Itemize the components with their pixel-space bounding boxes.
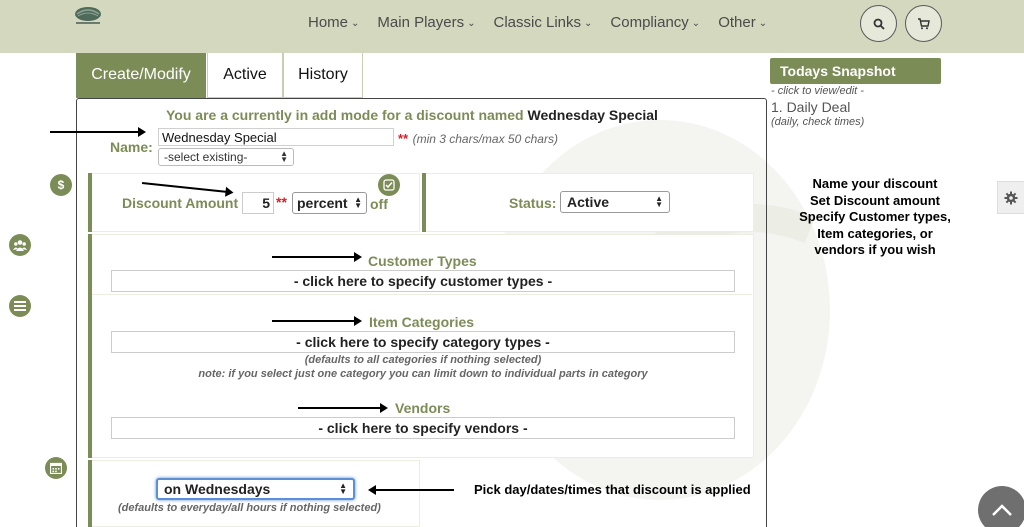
form-heading: You are a currently in add mode for a di… (166, 107, 658, 123)
todays-snapshot-button[interactable]: Todays Snapshot (770, 58, 941, 84)
annotation-arrow (272, 316, 362, 326)
select-existing-dropdown[interactable]: -select existing- ▲ ▼ (158, 148, 294, 166)
status-label: Status: (509, 195, 557, 211)
vendors-label: Vendors (395, 400, 451, 416)
help-line: Name your discount (812, 176, 938, 191)
nav-home[interactable]: Home ⌄ (308, 14, 359, 31)
chevron-down-icon: ⌄ (691, 18, 701, 29)
list-icon (9, 295, 31, 317)
help-line: Specify Customer types, (799, 209, 951, 224)
chevron-down-icon: ⌄ (584, 18, 593, 29)
categories-note-default: (defaults to all categories if nothing s… (304, 354, 542, 366)
snapshot-item-note: (daily, check times) (771, 116, 865, 128)
day-select-value: on Wednesdays (164, 481, 271, 497)
scroll-top-button[interactable] (978, 486, 1024, 527)
amount-unit-value: percent (297, 195, 348, 211)
select-arrows-icon: ▲ ▼ (655, 194, 663, 209)
divider (92, 294, 752, 295)
discount-amount-input[interactable]: 5 (242, 192, 274, 214)
select-arrows-icon: ▲ ▼ (280, 149, 288, 164)
customer-types-button[interactable]: - click here to specify customer types - (111, 270, 735, 292)
settings-button[interactable] (997, 181, 1024, 214)
name-hint: (min 3 chars/max 50 chars) (412, 132, 558, 146)
help-line: Item categories, or (817, 225, 933, 241)
main-nav: Home ⌄ Main Players ⌄ Classic Links ⌄ Compl… (308, 14, 785, 31)
dollar-icon: $ (50, 174, 72, 196)
nav-other[interactable]: Other ⌄ (718, 14, 767, 31)
required-mark: ** (398, 131, 409, 146)
tab-active[interactable]: Active (207, 53, 283, 98)
name-hint-row: ** (min 3 chars/max 50 chars) (398, 130, 558, 148)
chevron-down-icon: ⌄ (467, 18, 476, 29)
item-categories-button[interactable]: - click here to specify category types - (111, 331, 735, 353)
cart-icon (918, 17, 930, 29)
users-glyph (13, 240, 27, 251)
select-arrows-icon: ▲ ▼ (339, 481, 347, 496)
company-logo[interactable] (72, 4, 104, 26)
calendar-glyph (50, 462, 62, 474)
gear-icon (1004, 191, 1018, 204)
nav-classic-links[interactable]: Classic Links ⌄ (494, 14, 593, 31)
name-label: Name: (110, 139, 153, 155)
day-note: (defaults to everyday/all hours if nothi… (118, 502, 381, 514)
search-button[interactable] (860, 5, 897, 42)
select-existing-value: -select existing- (164, 150, 248, 164)
item-categories-label: Item Categories (369, 314, 475, 330)
discount-name-input[interactable] (158, 128, 394, 146)
users-icon (9, 234, 31, 256)
top-navbar: Home ⌄ Main Players ⌄ Classic Links ⌄ Compl… (0, 0, 1024, 53)
search-icon (873, 18, 885, 30)
check-circle-icon (378, 174, 400, 196)
required-mark: ** (276, 194, 287, 210)
status-select[interactable]: Active ▲ ▼ (560, 191, 670, 213)
discount-name-display: Wednesday Special (527, 107, 658, 123)
amount-suffix: off (370, 196, 388, 212)
help-line: Set Discount amount (809, 192, 940, 208)
annotation-arrow (368, 485, 454, 495)
day-select[interactable]: on Wednesdays ▲ ▼ (156, 478, 355, 500)
discount-amount-label: Discount Amount (122, 195, 239, 211)
annotation-arrow (50, 127, 146, 137)
chevron-down-icon: ⌄ (351, 18, 360, 29)
list-glyph (14, 301, 26, 311)
snapshot-item[interactable]: 1. Daily Deal (771, 99, 850, 115)
nav-main-players[interactable]: Main Players ⌄ (377, 14, 475, 31)
nav-compliancy[interactable]: Compliancy ⌄ (610, 14, 700, 31)
status-value: Active (567, 194, 610, 210)
customer-types-label: Customer Types (368, 253, 477, 269)
select-arrows-icon: ▲ ▼ (354, 195, 362, 210)
help-line: vendors if you wish (814, 242, 936, 257)
tab-history[interactable]: History (283, 53, 363, 98)
chevron-down-icon: ⌄ (758, 18, 768, 29)
chevron-up-icon (992, 504, 1012, 516)
snapshot-subtitle: - click to view/edit - (771, 85, 864, 97)
help-annotation: Name your discount Set Discount amount S… (780, 176, 970, 259)
cart-button[interactable] (905, 5, 942, 42)
amount-unit-select[interactable]: percent ▲ ▼ (292, 192, 367, 214)
vendors-button[interactable]: - click here to specify vendors - (111, 417, 735, 439)
pick-day-annotation: Pick day/dates/times that discount is ap… (474, 482, 751, 497)
check-glyph (383, 179, 395, 191)
annotation-arrow (272, 252, 362, 262)
annotation-arrow (298, 403, 388, 413)
tab-create-modify[interactable]: Create/Modify (76, 53, 206, 98)
calendar-icon (45, 457, 67, 479)
categories-note-limit: note: if you select just one category yo… (198, 368, 648, 380)
